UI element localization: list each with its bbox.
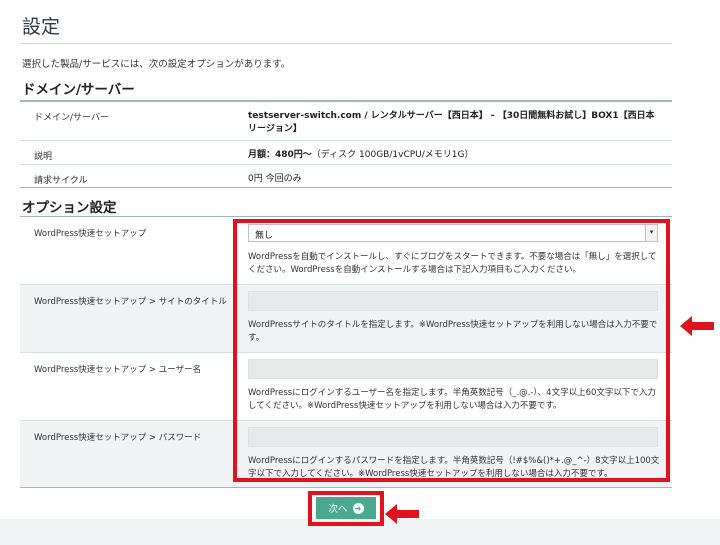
row-label: WordPress快速セットアップ > パスワード [34,433,202,443]
spec-text: （ディスク 100GB/1vCPU/メモリ1G） [311,150,474,160]
username-input[interactable] [248,359,658,379]
row-label: WordPress快速セットアップ > ユーザー名 [34,365,202,375]
wp-setup-select[interactable]: 無し ▾ [248,224,658,242]
table-row: ドメイン/サーバー testserver-switch.com / レンタルサー… [20,100,672,140]
row-label: ドメイン/サーバー [34,113,109,123]
row-label: 説明 [34,152,53,162]
table-row: 説明 月額：480円〜（ディスク 100GB/1vCPU/メモリ1G） [20,140,672,164]
pointer-arrow-icon [680,316,714,336]
pointer-arrow-icon [385,504,419,524]
page-title: 設定 [22,16,61,38]
row-label: WordPress快速セットアップ [34,229,147,239]
domain-table: ドメイン/サーバー testserver-switch.com / レンタルサー… [20,100,672,188]
option-row-password: WordPress快速セットアップ > パスワード WordPressにログイン… [20,420,672,488]
table-row: 請求サイクル 0円 今回のみ [20,164,672,188]
arrow-right-circle-icon: ➜ [352,502,364,514]
help-text: WordPressにログインするユーザー名を指定します。半角英数記号（_.@.-… [248,388,656,411]
footer-bar [0,519,720,545]
chevron-down-icon[interactable]: ▾ [645,225,657,241]
domain-value: testserver-switch.com / レンタルサーバー【西日本】 - … [248,111,655,134]
billing-cycle-value: 0円 今回のみ [248,174,302,184]
help-text: WordPressを自動でインストールし、すぐにブログをスタートできます。不要な… [248,252,657,275]
option-row-site-title: WordPress快速セットアップ > サイトのタイトル WordPressサイ… [20,284,672,352]
description-value: 月額：480円〜（ディスク 100GB/1vCPU/メモリ1G） [248,149,658,162]
row-label: 請求サイクル [34,176,88,186]
site-title-input[interactable] [248,291,658,311]
select-value: 無し [255,231,274,241]
password-input[interactable] [248,427,658,447]
row-label: WordPress快速セットアップ > サイトのタイトル [34,297,227,307]
options-table: WordPress快速セットアップ 無し ▾ WordPressを自動でインスト… [20,216,672,488]
intro-text: 選択した製品/サービスには、次の設定オプションがあります。 [22,59,291,70]
next-button-label: 次へ [328,504,348,515]
option-row-username: WordPress快速セットアップ > ユーザー名 WordPressにログイン… [20,352,672,420]
price-text: 月額：480円〜 [248,150,312,160]
help-text: WordPressサイトのタイトルを指定します。※WordPress快速セットア… [248,320,658,343]
domain-section-heading: ドメイン/サーバー [22,82,135,98]
help-text: WordPressにログインするパスワードを指定します。半角英数記号（!#$%&… [248,456,660,479]
next-button[interactable]: 次へ ➜ [316,497,376,519]
option-row-wp-setup: WordPress快速セットアップ 無し ▾ WordPressを自動でインスト… [20,216,672,284]
options-section-heading: オプション設定 [22,200,117,216]
title-divider [20,43,672,44]
